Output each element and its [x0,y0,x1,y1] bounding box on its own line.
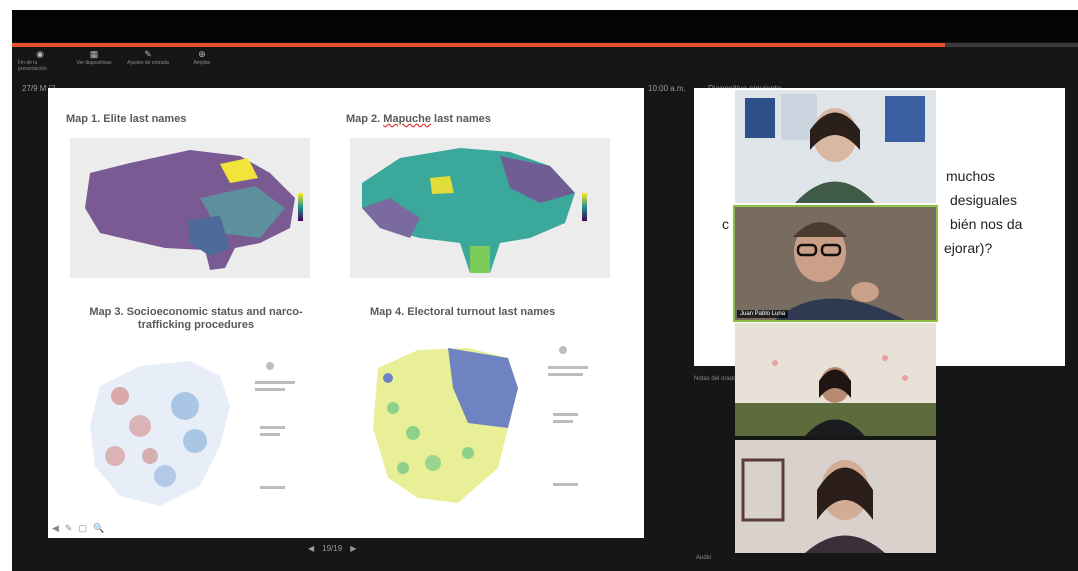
toolbar-item-pointer[interactable]: ◉ Fin de la presentación [18,48,62,76]
map2-title-post: last names [430,113,491,125]
page-indicator: 19/19 [322,544,343,553]
map1-chart [70,138,310,278]
current-slide: Map 1. Elite last names Map 2. Mapuche l… [48,88,644,538]
audio-label: Audio [696,555,712,561]
participant-video-4 [735,440,936,553]
participant-video-2 [735,207,936,320]
map4-legend [548,346,588,486]
speaker-notes-label: Notas del orador [694,376,739,382]
clock: 10:00 a.m. [648,84,686,93]
participant-tile-1[interactable] [735,90,936,203]
map3-legend [255,362,295,489]
toolbar-item-zoom[interactable]: ⊕ Ampliar [180,48,224,76]
next-slide-button[interactable]: ▶ [350,544,356,553]
map2-legend [582,193,587,221]
map2-title-pre: Map 2. [346,113,384,125]
toolbar-label: Fin de la presentación [18,60,47,72]
prev-slide-button[interactable]: ◀ [308,544,314,553]
toolbar-item-grid[interactable]: ▦ Ver diapositivas [72,48,116,76]
map2-chart [350,138,610,278]
title-bar [12,10,1078,42]
pointer-icon: ◉ [36,49,44,59]
slides-icon[interactable]: ▢ [78,523,87,534]
slide-controls: ◀ ✎ ▢ 🔍 [52,523,104,534]
participant-name-2: Juan Pablo Luna [737,310,789,318]
toolbar-label: Ampliar [193,60,211,66]
preview-line-1: muchos [946,168,996,184]
presenter-toolbar: ◉ Fin de la presentación ▦ Ver diapositivas… [12,48,224,76]
map3-title: Map 3. Socioeconomic status and narco-tr… [89,306,303,331]
participant-video-1 [735,90,936,203]
map2-title: Map 2. Mapuche last names [346,113,491,125]
toolbar-label: Ver diapositivas [76,60,112,66]
map1-title: Map 1. Elite last names [66,113,187,125]
pen-icon: ✎ [144,49,152,59]
back-icon[interactable]: ◀ [52,523,59,534]
zoom-icon: ⊕ [198,49,206,59]
presentation-progress [12,43,1078,47]
preview-line-2: desiguales [950,192,1017,208]
zoom-icon[interactable]: 🔍 [93,523,104,534]
map3-chart [90,361,295,506]
participant-tile-3[interactable] [735,323,936,436]
toolbar-item-pen[interactable]: ✎ Ajustes de entrada [126,48,170,76]
participant-tile-4[interactable] [735,440,936,553]
map2-region-high [430,176,454,194]
grid-icon: ▦ [89,49,99,59]
preview-line-4: bién nos da [950,216,1023,232]
map1-legend [298,193,303,221]
toolbar-label: Ajustes de entrada [127,60,169,66]
progress-fill [12,43,945,47]
map4-chart [373,346,588,503]
pen-icon[interactable]: ✎ [65,523,73,534]
participant-video-3 [735,323,936,436]
preview-line-3: c [722,216,729,232]
preview-line-5: ejorar)? [944,240,993,256]
participant-tile-2[interactable]: Juan Pablo Luna [733,205,938,322]
slide-pager: ◀ 19/19 ▶ [308,544,356,553]
map4-title: Map 4. Electoral turnout last names [370,306,556,318]
map2-region-south [470,246,490,273]
map2-title-mapuche: Mapuche [383,113,431,125]
